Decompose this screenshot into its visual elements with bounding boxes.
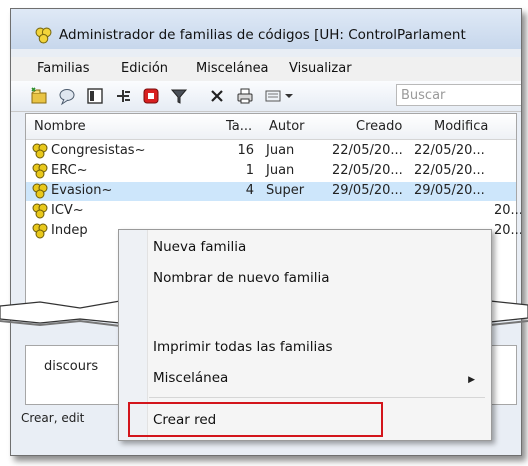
table-row[interactable]: Congresistas~ 16 Juan 22/05/20... 22/05/…: [26, 142, 516, 161]
family-icon: [32, 163, 48, 179]
column-tamano[interactable]: Ta...: [226, 119, 252, 134]
tree-icon[interactable]: [113, 86, 133, 106]
app-icon: [35, 27, 52, 44]
column-creado[interactable]: Creado: [356, 119, 402, 134]
close-icon[interactable]: [207, 86, 227, 106]
row-modified: 20...: [494, 203, 522, 218]
menu-item-nueva-familia[interactable]: Nueva familia: [153, 239, 246, 255]
row-created: 22/05/20...: [332, 143, 403, 158]
row-created: 29/05/20...: [332, 183, 403, 198]
menu-visualizar[interactable]: Visualizar: [289, 61, 352, 76]
row-name: ICV~: [51, 203, 84, 218]
family-icon: [32, 183, 48, 199]
comment-icon[interactable]: [57, 86, 77, 106]
chevron-down-icon[interactable]: [283, 86, 295, 106]
menu-item-imprimir-familias[interactable]: Imprimir todas las familias: [153, 339, 333, 355]
row-count: 1: [245, 163, 254, 178]
menu-item-miscelanea[interactable]: Miscelánea: [153, 370, 228, 386]
row-modified: 22/05/20...: [414, 143, 485, 158]
card-icon[interactable]: [85, 86, 105, 106]
column-modificado[interactable]: Modifica: [434, 119, 488, 134]
row-author: Super: [266, 183, 305, 198]
menu-item-renombrar-familia[interactable]: Nombrar de nuevo familia: [153, 270, 330, 286]
row-modified: 20...: [494, 223, 522, 238]
row-name: Evasion~: [51, 183, 113, 198]
view-options-icon[interactable]: [263, 86, 283, 106]
row-name: Indep: [51, 223, 88, 238]
submenu-arrow-icon: ▶: [468, 375, 475, 385]
menu-familias[interactable]: Familias: [37, 61, 90, 76]
highlight-box: [128, 402, 383, 437]
menu-bar: Familias Edición Miscelánea Visualizar: [11, 57, 521, 81]
family-icon: [32, 223, 48, 239]
row-name: Congresistas~: [51, 143, 146, 158]
table-row-selected[interactable]: Evasion~ 4 Super 29/05/20... 29/05/20...: [26, 182, 516, 201]
new-family-icon[interactable]: [29, 86, 49, 106]
menu-edicion[interactable]: Edición: [121, 61, 168, 76]
table-row[interactable]: ICV~ 20...: [26, 202, 521, 221]
status-text: Crear, edit: [21, 411, 85, 425]
row-created: 22/05/20...: [332, 163, 403, 178]
title-bar: Administrador de familias de códigos [UH…: [11, 9, 521, 49]
family-icon: [32, 203, 48, 219]
row-count: 16: [237, 143, 254, 158]
comment-text: discours: [44, 359, 99, 374]
row-author: Juan: [266, 163, 295, 178]
column-nombre[interactable]: Nombre: [34, 119, 86, 134]
table-row[interactable]: ERC~ 1 Juan 22/05/20... 22/05/20...: [26, 162, 516, 181]
family-icon: [32, 143, 48, 159]
menu-miscelanea[interactable]: Miscelánea: [196, 61, 269, 76]
toolbar: Buscar: [11, 81, 521, 112]
row-modified: 29/05/20...: [414, 183, 485, 198]
table-header: Nombre Ta... Autor Creado Modifica: [26, 114, 516, 140]
column-autor[interactable]: Autor: [269, 119, 305, 134]
filter-icon[interactable]: [169, 86, 189, 106]
row-author: Juan: [266, 143, 295, 158]
row-count: 4: [245, 183, 254, 198]
menu-separator: [149, 397, 485, 398]
row-modified: 22/05/20...: [414, 163, 485, 178]
search-input[interactable]: Buscar: [396, 84, 521, 106]
delete-family-icon[interactable]: [141, 86, 161, 106]
row-name: ERC~: [51, 163, 88, 178]
window-title: Administrador de familias de códigos [UH…: [59, 27, 466, 43]
print-icon[interactable]: [235, 86, 255, 106]
